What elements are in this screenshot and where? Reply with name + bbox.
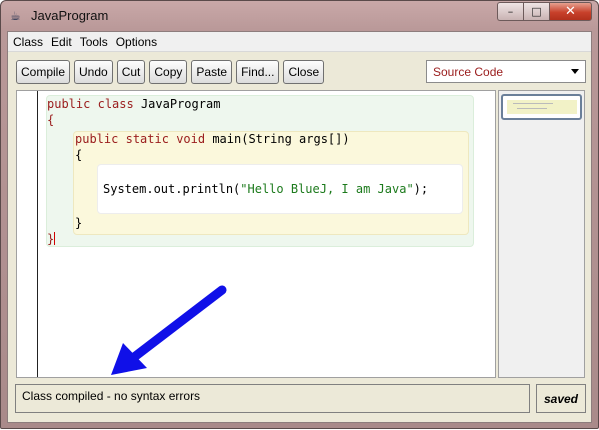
annotation-arrow-shaft	[128, 285, 227, 363]
bluej-editor-window: ☕ JavaProgram – □ ✕ Class Edit Tools Opt…	[0, 0, 599, 429]
annotation-arrow-icon	[111, 285, 227, 375]
